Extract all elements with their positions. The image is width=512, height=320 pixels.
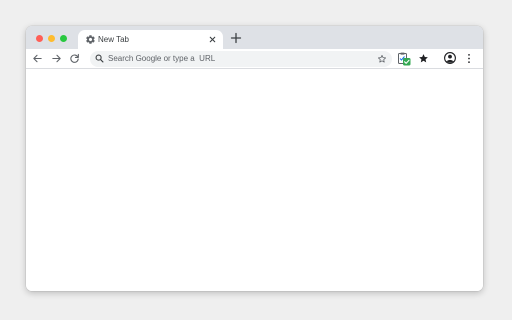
page-content	[26, 70, 483, 291]
minimize-window-button[interactable]	[48, 35, 55, 42]
close-window-button[interactable]	[36, 35, 43, 42]
forward-arrow-icon[interactable]	[51, 53, 62, 64]
browser-window: New Tab Search Google or type a URL	[26, 26, 483, 291]
maximize-window-button[interactable]	[60, 35, 67, 42]
star-filled-icon[interactable]	[418, 53, 429, 64]
gear-icon	[86, 35, 95, 44]
back-arrow-icon[interactable]	[32, 53, 43, 64]
search-icon	[95, 54, 104, 63]
bookmark-star-icon[interactable]	[377, 54, 387, 64]
omnibox[interactable]: Search Google or type a URL	[90, 51, 392, 67]
omnibox-placeholder: Search Google or type a URL	[108, 54, 216, 63]
toolbar: Search Google or type a URL	[26, 49, 483, 69]
reload-icon[interactable]	[69, 53, 80, 64]
close-tab-icon[interactable]	[208, 35, 217, 44]
extension-clipboard-check-icon[interactable]	[397, 52, 411, 66]
tab-new-tab[interactable]: New Tab	[78, 30, 223, 49]
kebab-menu-icon[interactable]	[466, 53, 472, 64]
tab-strip: New Tab	[26, 26, 483, 49]
tab-title: New Tab	[98, 35, 129, 44]
new-tab-plus-icon[interactable]	[230, 32, 242, 44]
profile-avatar-icon[interactable]	[444, 52, 456, 64]
